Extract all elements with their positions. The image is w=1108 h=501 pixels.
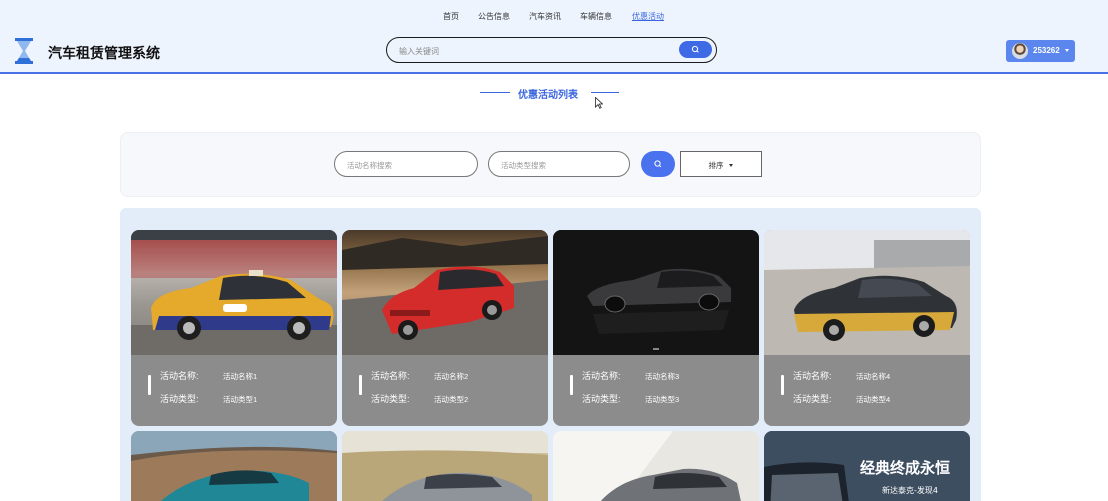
activity-name-label: 活动名称: bbox=[371, 371, 410, 381]
activity-name-label: 活动名称: bbox=[582, 371, 621, 381]
activity-name-value: 活动名称4 bbox=[856, 372, 891, 381]
section-title: 优惠活动列表 bbox=[0, 86, 1108, 101]
promotion-grid: 活动名称: 活动名称1 活动类型: 活动类型1 活动名称: 活动名称2 活动类型… bbox=[120, 208, 981, 501]
activity-type-value: 活动类型3 bbox=[645, 395, 680, 404]
car-photo-grey-sedan bbox=[553, 431, 759, 501]
header-search bbox=[386, 37, 717, 63]
main-nav: 首页 公告信息 汽车资讯 车辆信息 优惠活动 bbox=[0, 11, 1108, 25]
brand-title: 汽车租赁管理系统 bbox=[48, 45, 160, 61]
promotion-card-1[interactable]: 活动名称: 活动名称1 活动类型: 活动类型1 bbox=[131, 230, 337, 426]
car-photo-red-sports bbox=[342, 230, 548, 355]
chevron-down-icon bbox=[1065, 49, 1069, 52]
promotion-card-2[interactable]: 活动名称: 活动名称2 活动类型: 活动类型2 bbox=[342, 230, 548, 426]
activity-type-label: 活动类型: bbox=[793, 394, 832, 404]
nav-car-news[interactable]: 汽车资讯 bbox=[529, 11, 561, 22]
card-accent-bar bbox=[359, 375, 362, 395]
sort-dropdown[interactable]: 排序 bbox=[680, 151, 762, 177]
banner-subtitle: 新达泰克-发现4 bbox=[882, 485, 938, 495]
activity-name-value: 活动名称1 bbox=[223, 372, 258, 381]
activity-type-value: 活动类型1 bbox=[223, 395, 258, 404]
car-photo-silver-coupe bbox=[342, 431, 548, 501]
car-ad-banner: 经典终成永恒 新达泰克-发现4 bbox=[764, 431, 970, 501]
activity-name-label: 活动名称: bbox=[793, 371, 832, 381]
nav-home[interactable]: 首页 bbox=[443, 11, 459, 22]
promotion-card-7[interactable] bbox=[553, 431, 759, 501]
username: 253262 bbox=[1033, 46, 1060, 55]
user-menu-button[interactable]: 253262 bbox=[1006, 40, 1075, 62]
car-photo-taxi bbox=[131, 230, 337, 355]
activity-type-search bbox=[488, 151, 630, 177]
activity-name-value: 活动名称2 bbox=[434, 372, 469, 381]
nav-promotions[interactable]: 优惠活动 bbox=[632, 11, 664, 22]
header-search-input[interactable] bbox=[397, 42, 671, 60]
car-photo-teal-supercar bbox=[131, 431, 337, 501]
avatar bbox=[1012, 43, 1028, 59]
promotion-card-3[interactable]: 活动名称: 活动名称3 活动类型: 活动类型3 bbox=[553, 230, 759, 426]
promotion-card-6[interactable] bbox=[342, 431, 548, 501]
activity-type-label: 活动类型: bbox=[160, 394, 199, 404]
activity-name-search-input[interactable] bbox=[345, 157, 459, 173]
nav-vehicle-info[interactable]: 车辆信息 bbox=[580, 11, 612, 22]
header: 首页 公告信息 汽车资讯 车辆信息 优惠活动 汽车租赁管理系统 253262 bbox=[0, 0, 1108, 74]
activity-type-value: 活动类型4 bbox=[856, 395, 891, 404]
promotion-card-8[interactable]: 经典终成永恒 新达泰克-发现4 bbox=[764, 431, 970, 501]
page-title: 优惠活动列表 bbox=[518, 90, 578, 101]
title-divider-right bbox=[591, 92, 619, 93]
activity-type-search-input[interactable] bbox=[499, 157, 613, 173]
activity-type-label: 活动类型: bbox=[582, 394, 621, 404]
banner-headline: 经典终成永恒 bbox=[860, 459, 950, 477]
car-photo-black-coupe bbox=[553, 230, 759, 355]
sort-label: 排序 bbox=[708, 161, 724, 170]
activity-type-value: 活动类型2 bbox=[434, 395, 469, 404]
search-icon bbox=[654, 160, 662, 168]
promotion-card-5[interactable] bbox=[131, 431, 337, 501]
card-accent-bar bbox=[570, 375, 573, 395]
activity-name-search bbox=[334, 151, 478, 177]
card-accent-bar bbox=[781, 375, 784, 395]
title-divider-left bbox=[480, 92, 510, 93]
hourglass-logo-icon bbox=[15, 38, 33, 64]
activity-type-label: 活动类型: bbox=[371, 394, 410, 404]
filter-search-button[interactable] bbox=[641, 151, 675, 177]
activity-name-value: 活动名称3 bbox=[645, 372, 680, 381]
header-search-button[interactable] bbox=[679, 41, 712, 58]
search-icon bbox=[691, 45, 699, 53]
chevron-down-icon bbox=[729, 164, 733, 167]
nav-announcements[interactable]: 公告信息 bbox=[478, 11, 510, 22]
mouse-cursor-icon bbox=[595, 97, 603, 109]
activity-name-label: 活动名称: bbox=[160, 371, 199, 381]
card-accent-bar bbox=[148, 375, 151, 395]
filter-panel: 排序 bbox=[120, 132, 981, 197]
car-photo-sedan-taxi bbox=[764, 230, 970, 355]
promotion-card-4[interactable]: 活动名称: 活动名称4 活动类型: 活动类型4 bbox=[764, 230, 970, 426]
